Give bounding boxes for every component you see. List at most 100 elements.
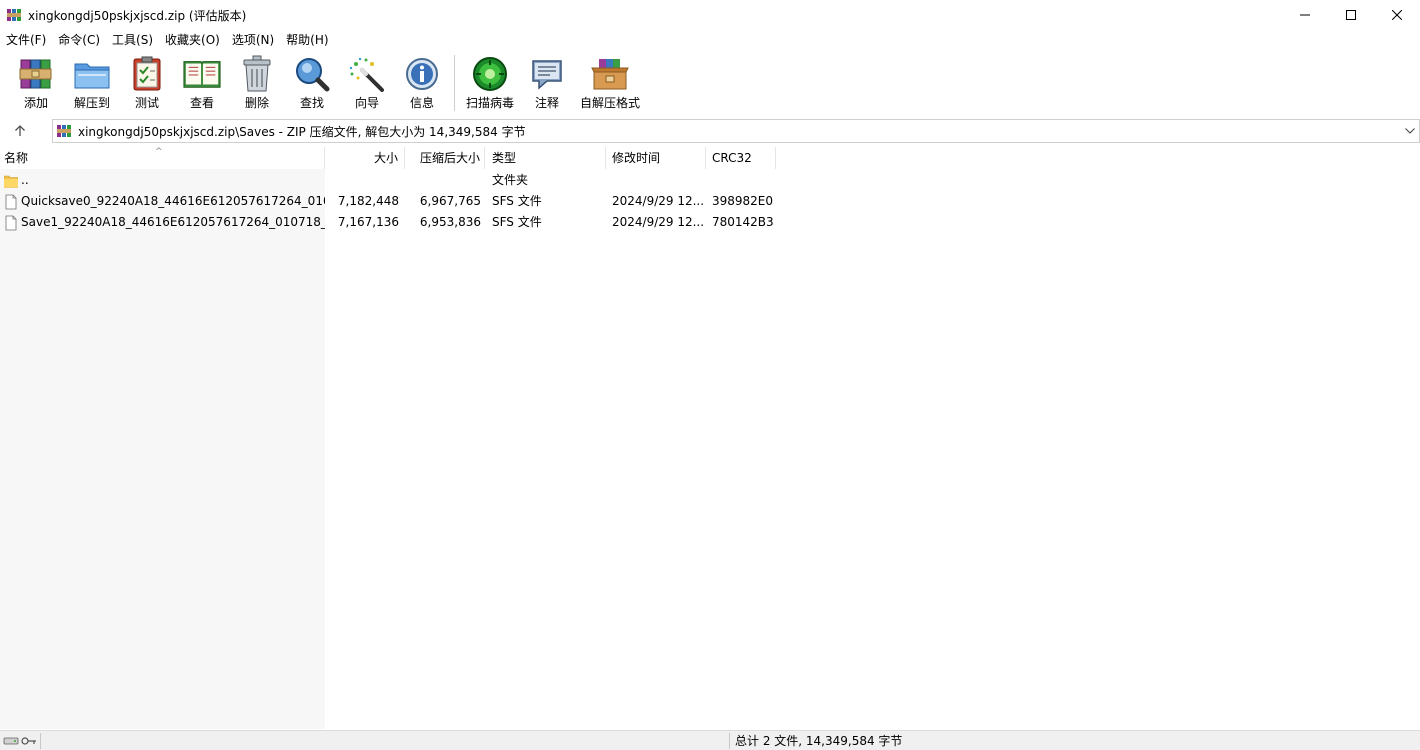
add-label: 添加 xyxy=(23,96,48,110)
sfx-button[interactable]: 自解压格式 xyxy=(573,51,647,115)
title-bar: xingkongdj50pskjxjscd.zip (评估版本) xyxy=(0,0,1420,30)
file-icon xyxy=(5,194,17,209)
arrow-up-icon xyxy=(15,125,25,136)
file-type: SFS 文件 xyxy=(492,194,542,208)
virus-scan-button[interactable]: 扫描病毒 xyxy=(459,51,521,115)
file-packed-size xyxy=(405,170,485,191)
add-button[interactable]: 添加 xyxy=(8,51,64,115)
winrar-books-icon xyxy=(7,9,21,21)
close-icon xyxy=(1392,10,1402,20)
table-row[interactable]: Save1_92240A18_44616E612057617264_010718… xyxy=(0,212,1420,233)
column-header-row: 名称 ^ 大小 压缩后大小 类型 修改时间 CRC32 xyxy=(0,147,1420,169)
close-button[interactable] xyxy=(1374,0,1420,30)
file-name: .. xyxy=(21,173,29,187)
file-size: 7,182,448 xyxy=(337,194,399,208)
menu-file[interactable]: 文件(F) xyxy=(0,30,52,51)
menu-favorites[interactable]: 收藏夹(O) xyxy=(159,30,226,51)
column-header-modified[interactable]: 修改时间 xyxy=(606,147,706,169)
name-column-shading xyxy=(0,169,325,729)
file-name: Quicksave0_92240A18_44616E612057617264_0… xyxy=(21,194,325,208)
drive-icon[interactable] xyxy=(3,735,19,747)
info-label: 信息 xyxy=(409,96,434,110)
file-list: 名称 ^ 大小 压缩后大小 类型 修改时间 CRC32 .. 文件夹 Quick xyxy=(0,147,1420,729)
up-one-level-button[interactable] xyxy=(0,116,40,146)
file-modified xyxy=(606,170,706,191)
menu-tools[interactable]: 工具(S) xyxy=(106,30,159,51)
window-title: xingkongdj50pskjxjscd.zip (评估版本) xyxy=(28,8,247,23)
wizard-label: 向导 xyxy=(354,96,379,110)
menu-help[interactable]: 帮助(H) xyxy=(280,30,334,51)
extract-to-label: 解压到 xyxy=(73,96,110,110)
sfx-label: 自解压格式 xyxy=(579,96,640,110)
add-archive-icon xyxy=(19,59,52,89)
find-label: 查找 xyxy=(299,96,324,110)
extract-to-button[interactable]: 解压到 xyxy=(64,51,120,115)
window-controls xyxy=(1282,0,1420,30)
comment-icon xyxy=(532,60,562,90)
folder-icon xyxy=(4,175,18,188)
winrar-books-icon xyxy=(57,125,71,137)
test-clipboard-icon xyxy=(133,56,161,91)
status-summary: 总计 2 文件, 14,349,584 字节 xyxy=(735,734,903,748)
toolbar: 添加 解压到 测试 查看 删除 查找 向导 信息 扫描病毒 注释 自解压格式 xyxy=(0,51,1420,115)
magnifier-icon xyxy=(296,58,330,92)
extract-folder-icon xyxy=(74,63,110,89)
table-row[interactable]: Quicksave0_92240A18_44616E612057617264_0… xyxy=(0,191,1420,212)
file-modified: 2024/9/29 12... xyxy=(612,194,705,208)
sfx-box-icon xyxy=(591,59,629,90)
address-bar: xingkongdj50pskjxjscd.zip\Saves - ZIP 压缩… xyxy=(0,116,1420,146)
menu-commands[interactable]: 命令(C) xyxy=(52,30,106,51)
file-size xyxy=(325,170,405,191)
file-crc: 398982E0 xyxy=(712,194,774,208)
address-path: xingkongdj50pskjxjscd.zip\Saves - ZIP 压缩… xyxy=(78,124,526,139)
maximize-icon xyxy=(1346,10,1356,20)
info-button[interactable]: 信息 xyxy=(394,51,450,115)
maximize-button[interactable] xyxy=(1328,0,1374,30)
file-crc: 780142B3 xyxy=(712,215,774,229)
status-separator xyxy=(40,733,41,749)
wizard-wand-icon xyxy=(349,57,384,92)
file-modified: 2024/9/29 12... xyxy=(612,215,705,229)
table-row[interactable]: .. 文件夹 xyxy=(0,170,1420,191)
sort-ascending-icon: ^ xyxy=(155,147,163,157)
file-type: 文件夹 xyxy=(492,173,529,187)
minimize-icon xyxy=(1300,14,1310,16)
column-header-packed[interactable]: 压缩后大小 xyxy=(405,147,485,169)
file-crc xyxy=(706,170,776,191)
address-dropdown-button[interactable] xyxy=(1403,124,1417,138)
file-packed-size: 6,953,836 xyxy=(419,215,481,229)
column-header-size[interactable]: 大小 xyxy=(325,147,405,169)
comment-button[interactable]: 注释 xyxy=(521,51,573,115)
file-type: SFS 文件 xyxy=(492,215,542,229)
virus-scan-icon xyxy=(473,57,507,91)
toolbar-separator xyxy=(454,55,455,111)
menu-options[interactable]: 选项(N) xyxy=(226,30,280,51)
menu-bar: 文件(F) 命令(C) 工具(S) 收藏夹(O) 选项(N) 帮助(H) xyxy=(0,30,1420,51)
comment-label: 注释 xyxy=(534,96,559,110)
view-button[interactable]: 查看 xyxy=(174,51,230,115)
trash-icon xyxy=(243,55,271,92)
key-icon[interactable] xyxy=(21,735,37,747)
test-button[interactable]: 测试 xyxy=(120,51,174,115)
test-label: 测试 xyxy=(134,96,159,110)
find-button[interactable]: 查找 xyxy=(284,51,340,115)
wizard-button[interactable]: 向导 xyxy=(340,51,394,115)
file-size: 7,167,136 xyxy=(337,215,399,229)
file-packed-size: 6,967,765 xyxy=(419,194,481,208)
status-separator xyxy=(729,733,730,749)
file-name: Save1_92240A18_44616E612057617264_010718… xyxy=(21,215,325,229)
address-field[interactable]: xingkongdj50pskjxjscd.zip\Saves - ZIP 压缩… xyxy=(52,119,1420,143)
column-header-name[interactable]: 名称 ^ xyxy=(0,147,325,169)
view-label: 查看 xyxy=(189,96,214,110)
column-header-type[interactable]: 类型 xyxy=(485,147,606,169)
column-header-crc[interactable]: CRC32 xyxy=(706,147,776,169)
delete-label: 删除 xyxy=(244,96,269,110)
delete-button[interactable]: 删除 xyxy=(230,51,284,115)
status-icons xyxy=(0,731,40,750)
chevron-down-icon xyxy=(1405,128,1415,134)
status-bar: 总计 2 文件, 14,349,584 字节 xyxy=(0,730,1420,750)
column-header-name-label: 名称 xyxy=(4,151,29,165)
minimize-button[interactable] xyxy=(1282,0,1328,30)
file-icon xyxy=(5,215,17,230)
view-book-icon xyxy=(183,61,221,88)
